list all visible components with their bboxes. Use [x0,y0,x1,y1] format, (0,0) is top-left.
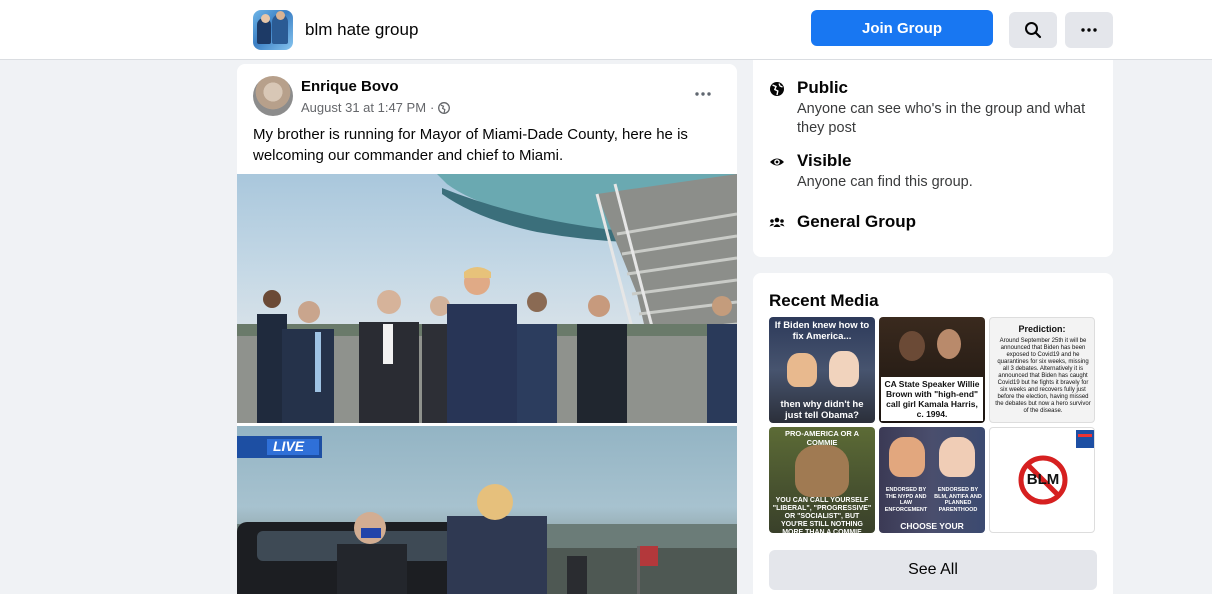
post-photo[interactable] [237,174,737,423]
thumb-caption: Around September 25th it will be announc… [995,338,1091,414]
media-thumbnail[interactable]: Prediction: Around September 25th it wil… [989,317,1095,423]
media-thumbnail[interactable]: PRO-AMERICA OR A COMMIE YOU CAN CALL YOU… [769,427,875,533]
more-icon [695,92,711,96]
media-thumbnail[interactable]: CA State Speaker Willie Brown with "high… [879,317,985,423]
eye-icon [770,158,784,166]
about-desc: Anyone can see who's in the group and wh… [797,101,1086,136]
avatar-figure-head [261,14,270,23]
post-meta: August 31 at 1:47 PM · [301,100,451,115]
privacy-public: Public Anyone can see who's in the group… [769,78,1107,138]
thumb-caption: YOU CAN CALL YOURSELF "LIBERAL", "PROGRE… [772,497,872,533]
search-icon [1025,22,1042,39]
people-icon [769,217,785,227]
avatar-figure-head [276,11,285,20]
live-badge: LIVE [273,438,305,454]
thumb-caption: If Biden knew how to fix America... [774,320,870,342]
group-name[interactable]: blm hate group [305,20,418,40]
post-photo[interactable]: LIVE [237,426,737,594]
thumb-figure [939,437,975,477]
thumb-caption: ENDORSED BY BLM, ANTIFA AND PLANNED PARE… [934,487,982,513]
meta-separator: · [430,100,435,115]
see-all-button[interactable]: See All [769,550,1097,590]
author-avatar[interactable] [253,76,293,116]
author-name[interactable]: Enrique Bovo [301,78,399,95]
group-header: blm hate group Join Group [0,0,1212,60]
thumb-caption: Prediction: [1018,324,1066,334]
post-text: My brother is running for Mayor of Miami… [253,126,688,164]
thumb-figure [795,445,849,497]
group-avatar[interactable] [253,10,293,50]
thumb-figure [787,353,817,387]
about-desc: Anyone can find this group. [797,174,973,190]
more-icon [1081,28,1097,32]
globe-icon [770,82,784,96]
thumb-caption: CA State Speaker Willie Brown with "high… [881,377,983,421]
photo-live-broadcast [237,436,737,594]
thumb-caption: CHOOSE YOUR PRESIDENT! [900,521,964,533]
post-options-button[interactable] [687,84,719,104]
globe-icon [438,101,451,114]
recent-media-title: Recent Media [769,291,879,310]
media-thumbnail[interactable]: ENDORSED BY THE NYPD AND LAW ENFORCEMENT… [879,427,985,533]
media-thumbnail[interactable]: BLM [989,427,1095,533]
thumb-caption: then why didn't he just tell Obama? [780,399,864,421]
about-title: General Group [797,212,917,231]
photo-airport-scene [237,174,737,423]
thumb-figure [829,351,859,387]
about-title: Public [797,78,849,97]
visibility-visible: Visible Anyone can find this group. [769,151,1107,192]
about-card: Public Anyone can see who's in the group… [753,60,1113,257]
recent-media-card: Recent Media If Biden knew how to fix Am… [753,273,1113,594]
thumb-figure [899,331,925,361]
thumb-figure [889,437,925,477]
join-group-button[interactable]: Join Group [811,10,993,46]
feed-post: Enrique Bovo August 31 at 1:47 PM · My b… [237,64,737,594]
group-type: General Group [769,212,916,232]
thumb-caption: ENDORSED BY THE NYPD AND LAW ENFORCEMENT [884,487,928,513]
about-title: Visible [797,151,852,170]
search-button[interactable] [1009,12,1057,48]
thumb-figure [937,329,961,359]
post-date[interactable]: August 31 at 1:47 PM [301,100,426,115]
media-thumbnail[interactable]: If Biden knew how to fix America... then… [769,317,875,423]
more-options-button[interactable] [1065,12,1113,48]
thumb-caption: BLM [1026,471,1060,488]
